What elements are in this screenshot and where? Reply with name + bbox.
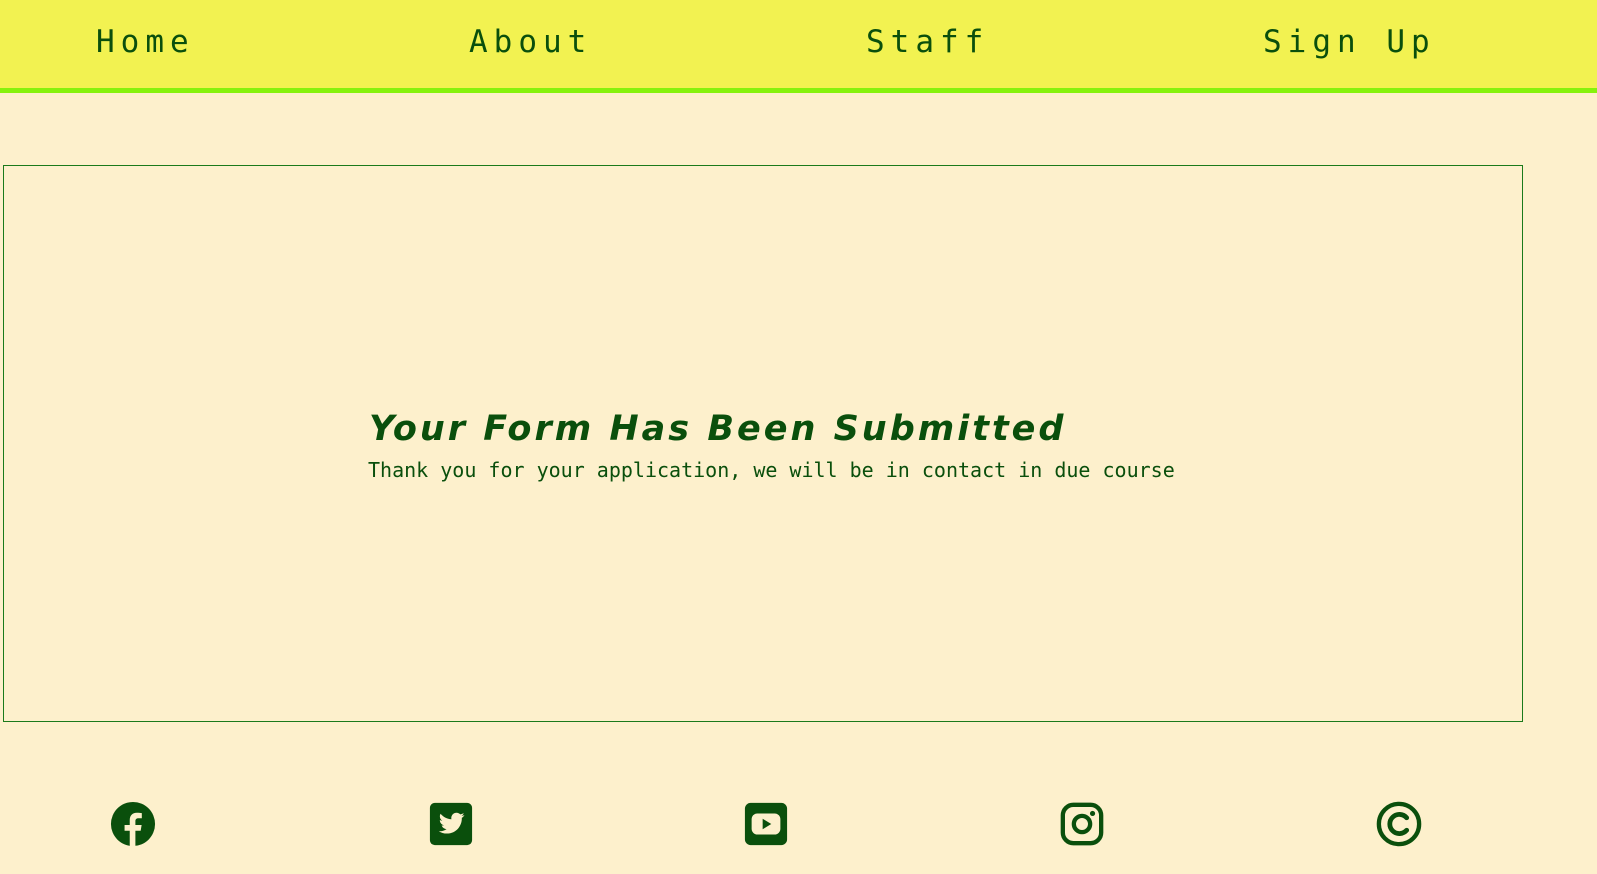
twitter-icon[interactable] <box>428 801 474 847</box>
confirmation-message: Thank you for your application, we will … <box>368 458 1175 482</box>
facebook-icon[interactable] <box>110 801 156 847</box>
nav-link-home[interactable]: Home <box>96 24 195 60</box>
nav-link-about[interactable]: About <box>469 24 592 60</box>
confirmation-panel: Your Form Has Been Submitted Thank you f… <box>3 165 1523 722</box>
nav-link-staff[interactable]: Staff <box>866 24 989 60</box>
copyright-icon[interactable] <box>1376 801 1422 847</box>
instagram-icon[interactable] <box>1059 801 1105 847</box>
nav-link-sign-up[interactable]: Sign Up <box>1263 24 1436 60</box>
youtube-icon[interactable] <box>743 801 789 847</box>
page-title: Your Form Has Been Submitted <box>369 409 1067 449</box>
navbar: Home About Staff Sign Up <box>0 0 1597 93</box>
